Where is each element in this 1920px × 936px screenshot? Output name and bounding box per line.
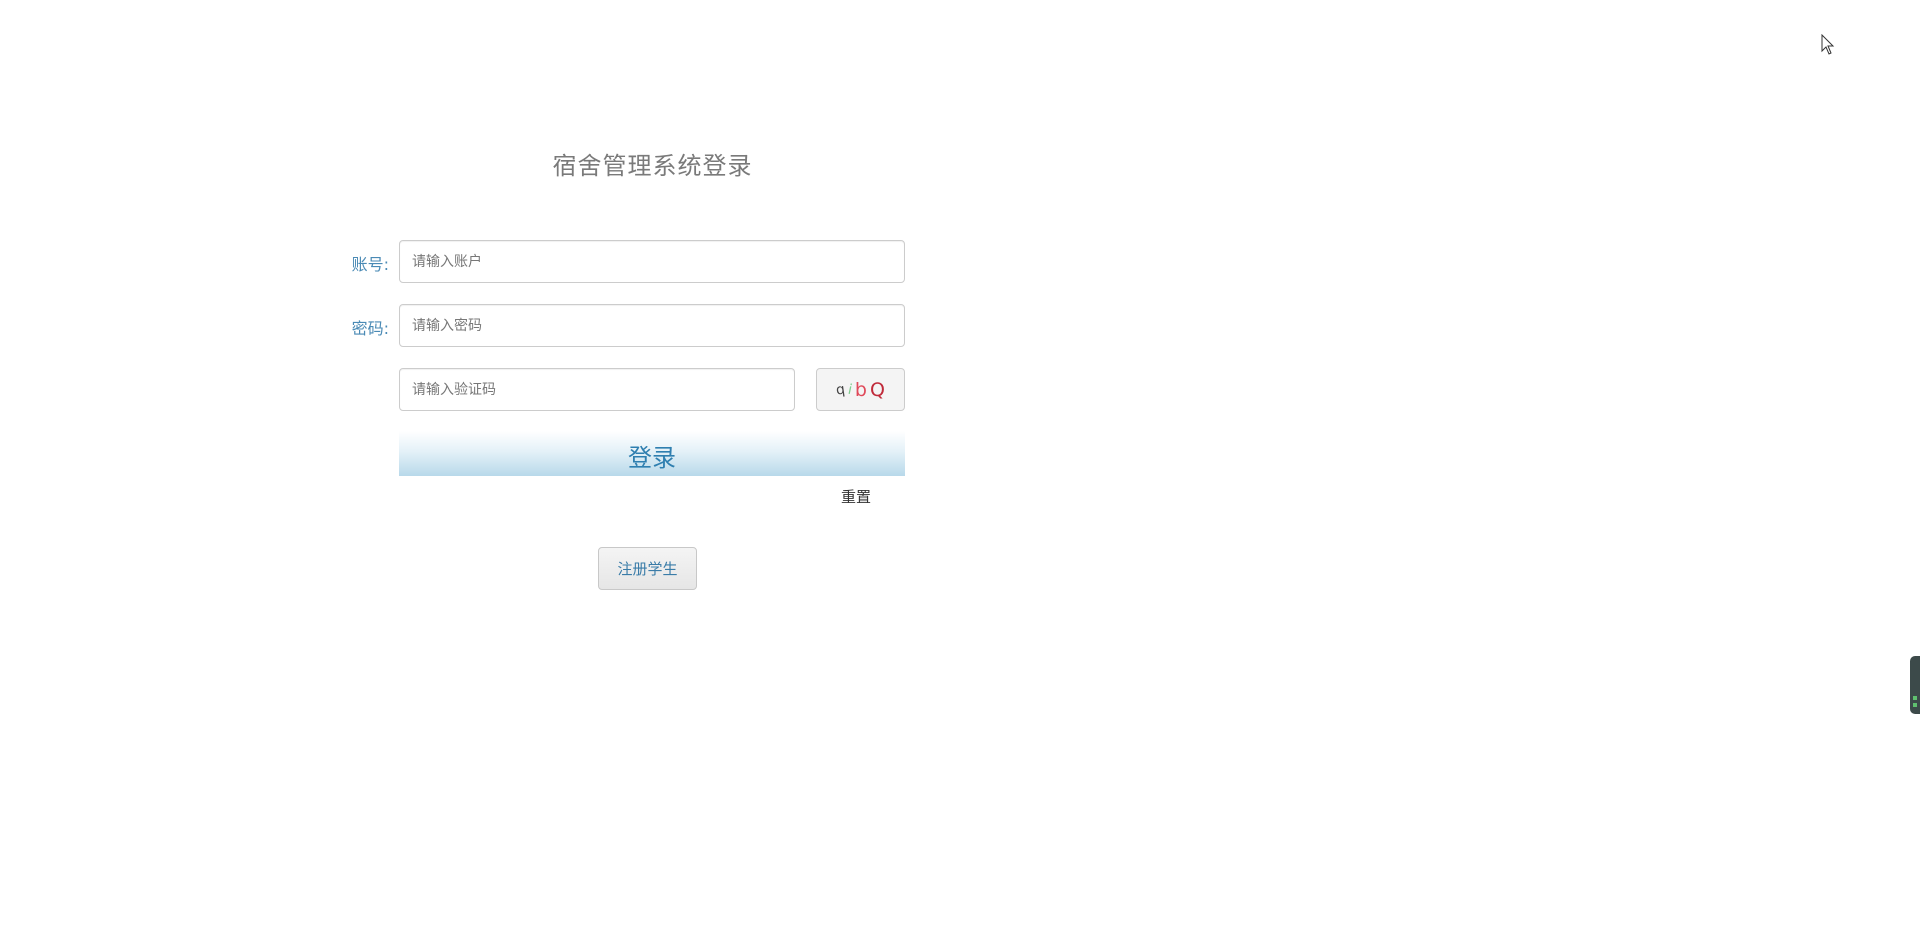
reset-button[interactable]: 重置	[836, 485, 876, 507]
login-button[interactable]: 登录	[399, 431, 905, 476]
captcha-char: q	[835, 380, 847, 399]
captcha-char: i	[846, 381, 854, 398]
captcha-input[interactable]	[399, 368, 795, 411]
side-panel-handle[interactable]	[1910, 656, 1920, 714]
captcha-char: b	[854, 378, 867, 401]
login-page: 宿舍管理系统登录 账号: 密码: q i b Q 登录 重置 注册学生	[0, 0, 1920, 936]
indicator-dot	[1913, 703, 1917, 707]
mouse-pointer-icon	[1821, 34, 1835, 55]
password-label: 密码:	[351, 319, 389, 338]
captcha-image[interactable]: q i b Q	[816, 368, 905, 411]
captcha-char: Q	[869, 378, 885, 401]
password-input[interactable]	[399, 304, 905, 347]
account-label: 账号:	[351, 255, 389, 274]
page-title: 宿舍管理系统登录	[552, 152, 753, 180]
account-input[interactable]	[399, 240, 905, 283]
indicator-dot	[1913, 696, 1917, 700]
register-student-button[interactable]: 注册学生	[598, 547, 697, 590]
